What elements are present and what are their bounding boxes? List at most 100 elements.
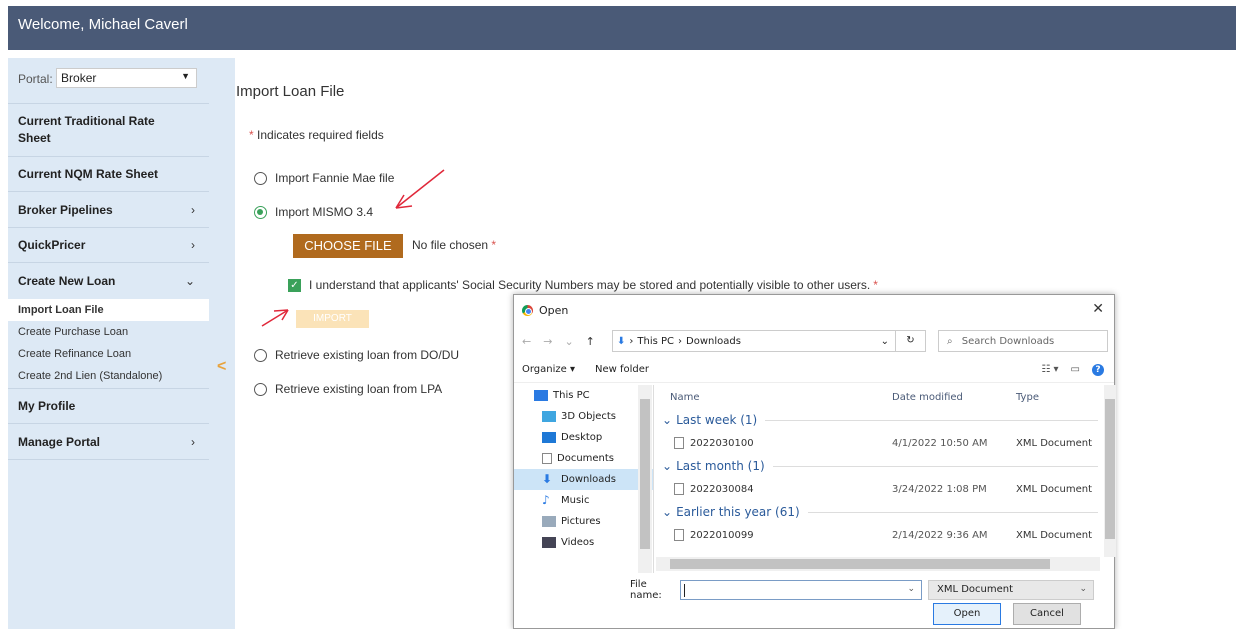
chevron-down-icon[interactable]: ⌄ (881, 336, 889, 347)
required-note-text: Indicates required fields (253, 128, 384, 142)
file-date: 2/14/2022 9:36 AM (892, 529, 988, 541)
required-star: * (873, 278, 878, 292)
tree-item-videos[interactable]: Videos (514, 532, 653, 553)
back-arrow-icon[interactable]: ← (522, 335, 531, 348)
radio-button[interactable] (254, 348, 267, 362)
sidebar-item-quickpricer[interactable]: QuickPricer › (8, 228, 209, 263)
forward-arrow-icon[interactable]: → (543, 335, 552, 348)
file-name-label: File name: (630, 579, 662, 601)
option-import-fannie-mae[interactable]: Import Fannie Mae file (254, 171, 394, 185)
column-header-date[interactable]: Date modified (892, 392, 1016, 403)
file-type-select[interactable]: XML Document ⌄ (928, 580, 1094, 600)
file-date: 3/24/2022 1:08 PM (892, 483, 987, 495)
tree-item-label: Documents (557, 453, 615, 464)
option-label: Import Fannie Mae file (275, 171, 395, 185)
preview-pane-icon[interactable]: ▭ (1071, 364, 1080, 376)
dialog-buttons: Open Cancel (933, 603, 1081, 625)
submenu-item-create-2nd-lien[interactable]: Create 2nd Lien (Standalone) (8, 365, 209, 389)
portal-label: Portal: (18, 72, 53, 87)
import-button[interactable]: IMPORT (296, 310, 369, 328)
up-arrow-icon[interactable]: ↑ (586, 335, 595, 348)
tree-item-music[interactable]: ♪ Music (514, 490, 653, 511)
file-icon (674, 529, 684, 541)
refresh-icon[interactable]: ↻ (896, 330, 926, 352)
file-name-input[interactable]: ⌄ (680, 580, 922, 600)
pictures-icon (542, 516, 556, 527)
required-fields-note: * Indicates required fields (249, 128, 384, 142)
collapse-sidebar-icon[interactable]: < (217, 358, 226, 376)
tree-item-label: Pictures (561, 516, 601, 527)
tree-item-this-pc[interactable]: This PC (514, 385, 653, 406)
open-button[interactable]: Open (933, 603, 1001, 625)
group-divider (772, 465, 1098, 467)
option-retrieve-lpa[interactable]: Retrieve existing loan from LPA (254, 382, 442, 396)
tree-scrollbar[interactable] (638, 385, 652, 573)
sidebar: Portal: Broker ▼ Current Traditional Rat… (8, 58, 209, 629)
tree-item-pictures[interactable]: Pictures (514, 511, 653, 532)
sidebar-item-my-profile[interactable]: My Profile (8, 389, 209, 424)
file-row[interactable]: 2022030100 4/1/2022 10:50 AM XML Documen… (656, 431, 1102, 455)
group-header[interactable]: ⌄ Earlier this year (61) (656, 501, 1102, 523)
file-row[interactable]: 2022030084 3/24/2022 1:08 PM XML Documen… (656, 477, 1102, 501)
music-icon: ♪ (542, 493, 550, 507)
group-header[interactable]: ⌄ Last month (1) (656, 455, 1102, 477)
scrollbar-thumb[interactable] (640, 399, 650, 549)
sidebar-collapse-gutter[interactable]: < (209, 58, 235, 629)
ssn-acknowledge-row[interactable]: ✓ I understand that applicants' Social S… (288, 278, 878, 292)
folder-tree: This PC 3D Objects Desktop Documents ⬇ D… (514, 385, 654, 573)
cancel-button[interactable]: Cancel (1013, 603, 1081, 625)
column-header-name[interactable]: Name (656, 392, 892, 403)
new-folder-button[interactable]: New folder (595, 364, 649, 375)
sidebar-item-manage-portal[interactable]: Manage Portal › (8, 424, 209, 460)
option-retrieve-do-du[interactable]: Retrieve existing loan from DO/DU (254, 348, 459, 362)
downloads-icon: ⬇ (542, 472, 553, 486)
group-header[interactable]: ⌄ Last week (1) (656, 409, 1102, 431)
file-list-horizontal-scrollbar[interactable] (656, 557, 1100, 571)
scrollbar-thumb[interactable] (1105, 399, 1115, 539)
radio-button-selected[interactable] (254, 205, 267, 219)
tree-item-3d-objects[interactable]: 3D Objects (514, 406, 653, 427)
radio-button[interactable] (254, 171, 267, 185)
submenu-item-import-loan-file[interactable]: Import Loan File (8, 299, 209, 321)
sidebar-item-nqm-rate-sheet[interactable]: Current NQM Rate Sheet (8, 157, 209, 192)
group-label: Earlier this year (61) (676, 505, 800, 519)
ssn-acknowledge-checkbox[interactable]: ✓ (288, 278, 301, 292)
option-import-mismo[interactable]: Import MISMO 3.4 (254, 205, 373, 219)
change-view-icon[interactable]: ☷ ▾ (1041, 364, 1058, 376)
chevron-right-icon: › (191, 202, 195, 217)
tree-item-documents[interactable]: Documents (514, 448, 653, 469)
sidebar-item-broker-pipelines[interactable]: Broker Pipelines › (8, 192, 209, 228)
scrollbar-thumb[interactable] (670, 559, 1050, 569)
tree-item-desktop[interactable]: Desktop (514, 427, 653, 448)
annotation-arrow-icon (395, 169, 445, 209)
file-date: 4/1/2022 10:50 AM (892, 437, 988, 449)
path-segment-downloads[interactable]: Downloads (686, 336, 741, 347)
sidebar-item-traditional-rate-sheet[interactable]: Current Traditional Rate Sheet (8, 104, 209, 157)
submenu-item-create-purchase-loan[interactable]: Create Purchase Loan (8, 321, 209, 343)
search-input[interactable]: ⌕ Search Downloads (938, 330, 1108, 352)
path-segment-this-pc[interactable]: This PC (637, 336, 674, 347)
tree-item-downloads[interactable]: ⬇ Downloads (514, 469, 653, 490)
help-icon[interactable]: ? (1092, 363, 1104, 376)
organize-button[interactable]: Organize ▾ (522, 364, 575, 375)
file-list-scrollbar[interactable] (1104, 385, 1116, 557)
chevron-down-icon[interactable]: ⌄ (907, 584, 915, 594)
group-divider (807, 511, 1098, 513)
radio-button[interactable] (254, 382, 267, 396)
submenu-item-create-refinance-loan[interactable]: Create Refinance Loan (8, 343, 209, 365)
sidebar-item-create-new-loan[interactable]: Create New Loan ⌄ (8, 263, 209, 299)
close-icon[interactable]: ✕ (1092, 301, 1104, 317)
file-row[interactable]: 2022010099 2/14/2022 9:36 AM XML Documen… (656, 523, 1102, 547)
chevron-right-icon: › (191, 238, 195, 252)
option-label: Retrieve existing loan from LPA (275, 382, 443, 396)
sidebar-item-label: Broker Pipelines (18, 202, 113, 217)
pc-icon (534, 390, 548, 401)
address-bar[interactable]: ⬇ › This PC › Downloads ⌄ (612, 330, 896, 352)
no-file-text: No file chosen (412, 238, 489, 252)
choose-file-button[interactable]: CHOOSE FILE (293, 234, 403, 258)
portal-select-value: Broker (61, 71, 97, 85)
downloads-folder-icon: ⬇ (617, 335, 626, 347)
portal-select[interactable]: Broker ▼ (56, 68, 198, 88)
column-header-type[interactable]: Type (1016, 392, 1039, 403)
recent-dropdown-icon[interactable]: ⌄ (564, 335, 573, 348)
